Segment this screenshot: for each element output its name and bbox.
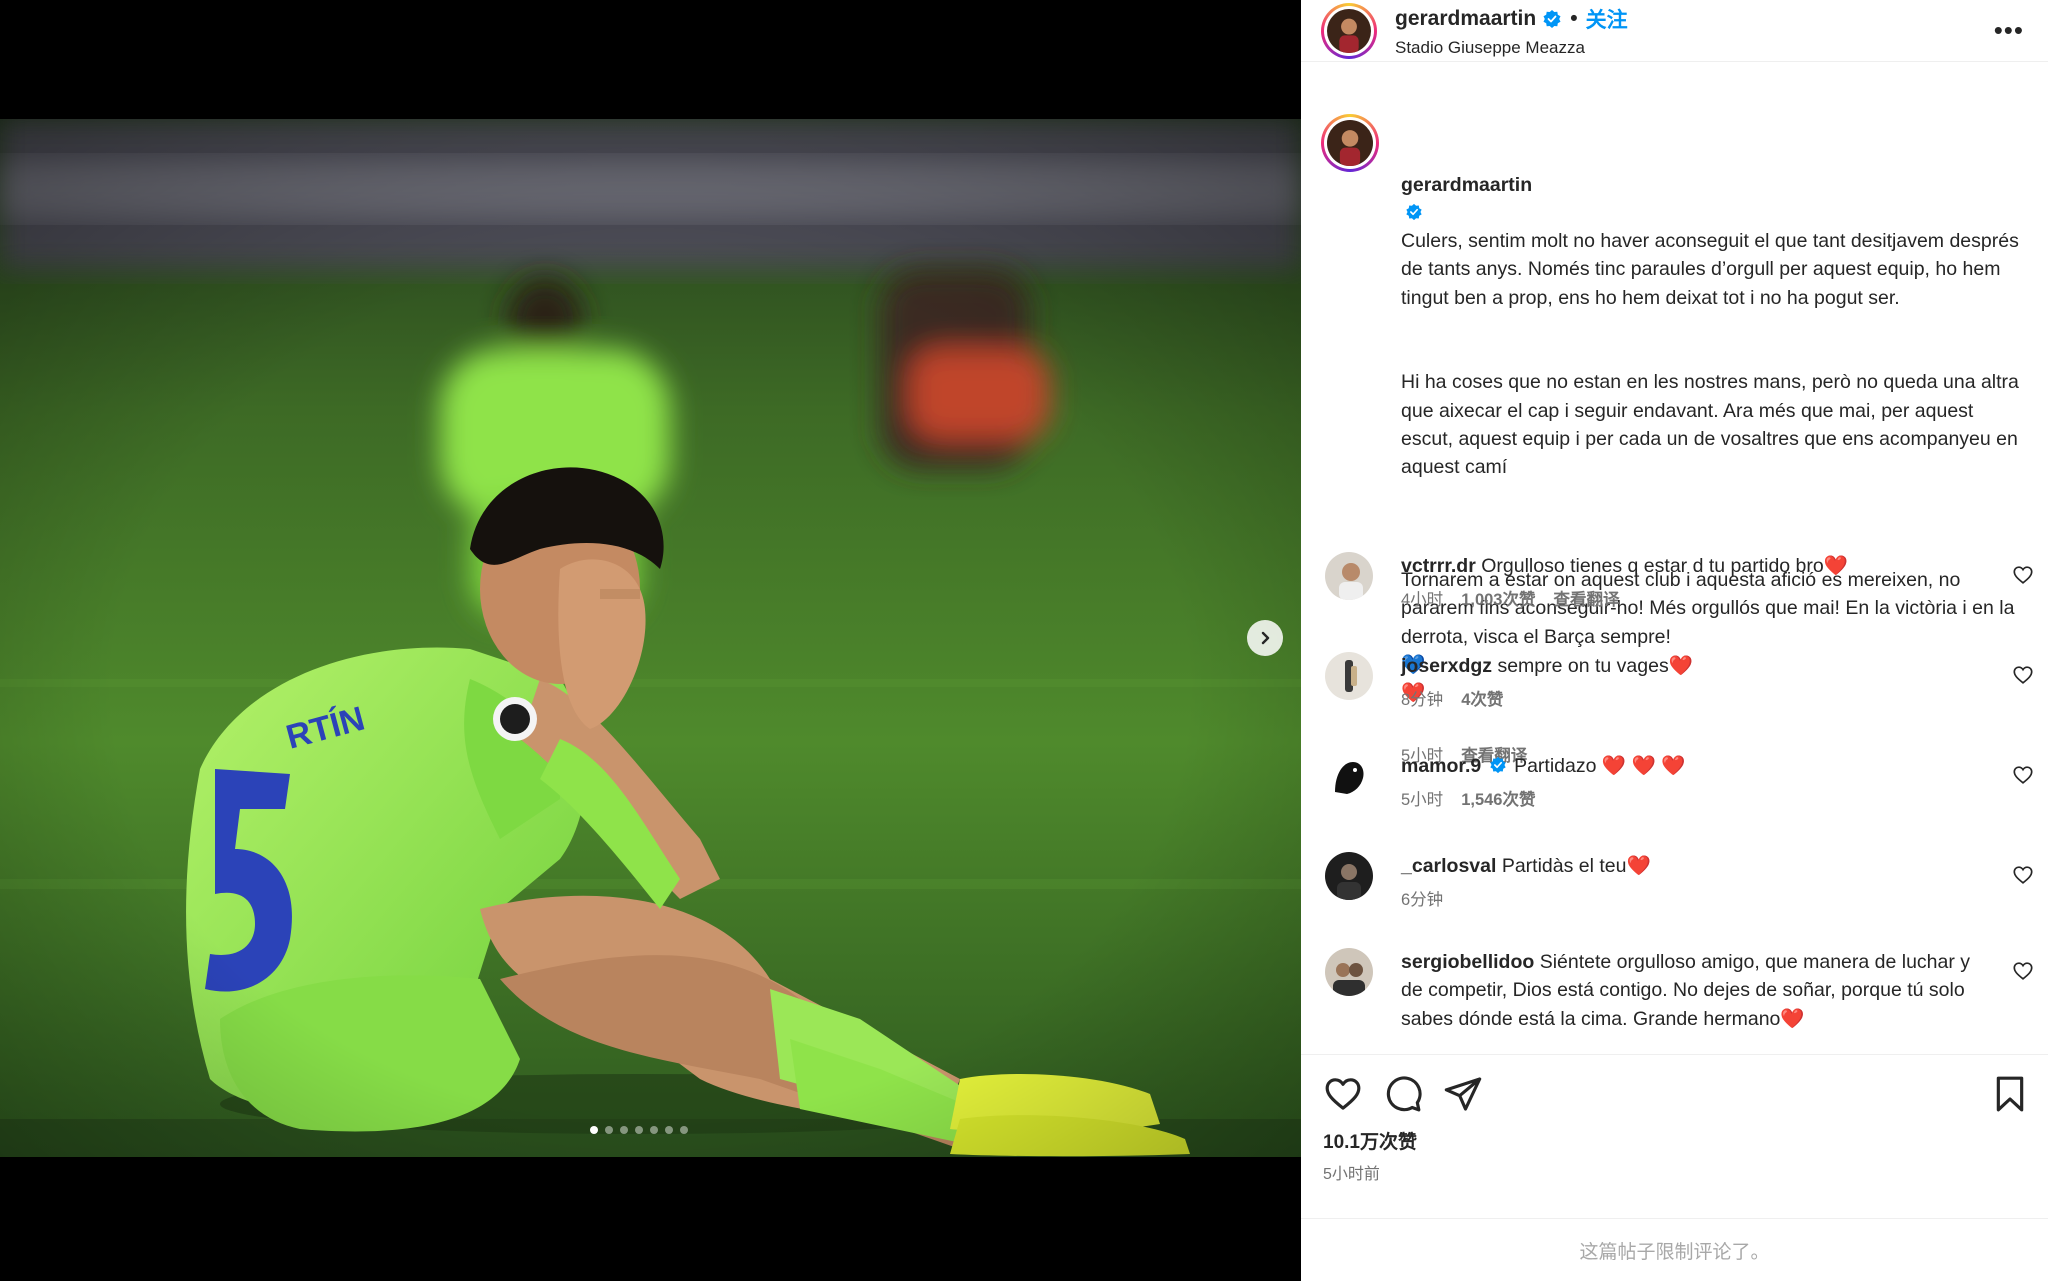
comment-time: 6分钟	[1401, 891, 1444, 910]
red-heart-emoji: ❤️	[1823, 555, 1849, 577]
author-username[interactable]: gerardmaartin	[1395, 7, 1536, 31]
post-header: gerardmaartin • 关注 Stadio Giuseppe Meazz…	[1301, 0, 2048, 62]
red-heart-emoji: ❤️	[1668, 655, 1693, 677]
comment-avatar[interactable]	[1325, 652, 1373, 700]
post-timestamp: 5小时前	[1323, 1166, 1380, 1183]
comment-item: _carlosval Partidàs el teu❤️ 6分钟	[1301, 852, 2048, 910]
media-pane: RTÍN	[0, 0, 1301, 1281]
comment-username[interactable]: vctrrr.dr	[1401, 555, 1476, 577]
comment-text: Orgulloso tienes q estar d tu partido br…	[1481, 555, 1824, 577]
instagram-post-modal: RTÍN	[0, 0, 2048, 1281]
carousel-dot	[605, 1126, 613, 1134]
post-photo: RTÍN	[0, 119, 1301, 1157]
comment-avatar[interactable]	[1325, 552, 1373, 600]
comment-item: mamor.9 Partidazo ❤️ ❤️ ❤️ 5小时 1,546次赞	[1301, 752, 2048, 810]
comments-limited-notice: 这篇帖子限制评论了。	[1301, 1218, 2048, 1281]
comment-like-heart-icon[interactable]	[2012, 960, 2034, 982]
comment-likes[interactable]: 1,003次赞	[1461, 586, 1535, 610]
carousel-dot	[665, 1126, 673, 1134]
comment-like-heart-icon[interactable]	[2012, 864, 2034, 886]
likes-count[interactable]: 10.1万次赞	[1301, 1113, 2048, 1154]
paper-plane-icon[interactable]	[1443, 1074, 1483, 1114]
comment-avatar[interactable]	[1325, 948, 1373, 996]
comment-like-heart-icon[interactable]	[2012, 764, 2034, 786]
comment-likes[interactable]: 4次赞	[1461, 686, 1503, 710]
comment-text: sempre on tu vages	[1497, 655, 1669, 677]
comment-item: sergiobellidoo Siéntete orgulloso amigo,…	[1301, 948, 2048, 1033]
post-location[interactable]: Stadio Giuseppe Meazza	[1395, 38, 1628, 58]
comment-time: 4小时	[1401, 591, 1444, 610]
carousel-dot	[620, 1126, 628, 1134]
comment-item: joserxdgz sempre on tu vages❤️ 8分钟 4次赞	[1301, 652, 2048, 710]
caption-author-avatar[interactable]	[1321, 114, 1379, 172]
carousel-indicator	[590, 1126, 688, 1134]
separator-dot: •	[1570, 6, 1578, 30]
comment-time: 5小时	[1401, 791, 1444, 810]
comment-like-heart-icon[interactable]	[2012, 664, 2034, 686]
verified-badge-icon	[1406, 203, 1422, 220]
verified-badge-icon	[1543, 9, 1561, 28]
chevron-right-icon	[1261, 631, 1270, 645]
bookmark-icon[interactable]	[1990, 1074, 2030, 1114]
comment-meta: 8分钟 4次赞	[1401, 686, 1988, 710]
comment-likes[interactable]: 1,546次赞	[1461, 786, 1535, 810]
comment-meta: 4小时 1,003次赞 查看翻译	[1401, 586, 1988, 610]
heart-outline-icon[interactable]	[1323, 1074, 1363, 1114]
caption-paragraph-2: Hi ha coses que no estan en les nostres …	[1401, 371, 2019, 479]
red-heart-emoji: ❤️ ❤️ ❤️	[1601, 755, 1686, 777]
post-actions: 10.1万次赞 5小时前	[1301, 1054, 2048, 1218]
red-heart-emoji: ❤️	[1780, 1007, 1805, 1030]
verified-badge-icon	[1489, 756, 1506, 774]
author-avatar[interactable]	[1321, 2, 1377, 59]
carousel-dot	[590, 1126, 598, 1134]
post-side-panel: gerardmaartin • 关注 Stadio Giuseppe Meazz…	[1301, 0, 2048, 1281]
more-options-icon[interactable]: •••	[1994, 17, 2024, 43]
caption-paragraph-1: Culers, sentim molt no haver aconseguit …	[1401, 230, 2019, 309]
comment-text: Partidazo	[1514, 755, 1597, 777]
caption-text: gerardmaartin Culers, sentim molt no hav…	[1401, 114, 2030, 736]
carousel-dot	[680, 1126, 688, 1134]
carousel-dot	[650, 1126, 658, 1134]
comment-username[interactable]: joserxdgz	[1401, 655, 1492, 677]
comment-avatar[interactable]	[1325, 752, 1373, 800]
comment-meta: 6分钟	[1401, 886, 1988, 910]
comment-item: vctrrr.dr Orgulloso tienes q estar d tu …	[1301, 552, 2048, 610]
comment-username[interactable]: _carlosval	[1401, 855, 1496, 877]
comment-username[interactable]: mamor.9	[1401, 755, 1481, 777]
comment-time: 8分钟	[1401, 691, 1444, 710]
comment-text: Partidàs el teu	[1501, 855, 1627, 877]
carousel-next-button[interactable]	[1247, 620, 1283, 656]
caption-username[interactable]: gerardmaartin	[1401, 174, 1532, 196]
follow-button[interactable]: 关注	[1586, 4, 1628, 34]
red-heart-emoji: ❤️	[1626, 855, 1651, 877]
comment-username[interactable]: sergiobellidoo	[1401, 951, 1534, 973]
comment-like-heart-icon[interactable]	[2012, 564, 2034, 586]
comments-scroll-area[interactable]: gerardmaartin Culers, sentim molt no hav…	[1301, 62, 2048, 1054]
speech-bubble-icon[interactable]	[1383, 1074, 1423, 1114]
comment-meta: 5小时 1,546次赞	[1401, 786, 1988, 810]
see-translation-link[interactable]: 查看翻译	[1553, 586, 1619, 610]
comment-avatar[interactable]	[1325, 852, 1373, 900]
carousel-dot	[635, 1126, 643, 1134]
